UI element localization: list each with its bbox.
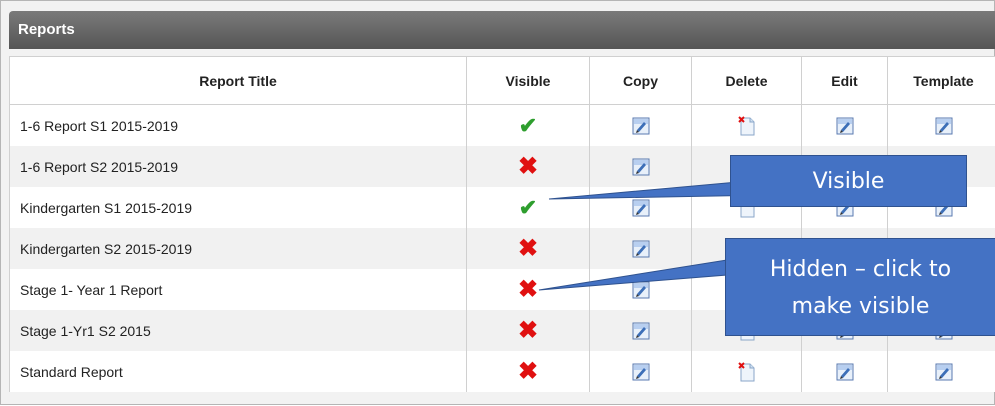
copy-cell (590, 228, 692, 269)
copy-cell (590, 351, 692, 392)
column-header-copy: Copy (590, 57, 692, 105)
template-icon[interactable] (935, 116, 953, 132)
copy-cell (590, 310, 692, 351)
visible-cell: ✖ (467, 146, 590, 187)
edit-icon[interactable] (836, 116, 854, 132)
edit-cell (802, 105, 888, 147)
report-title: 1-6 Report S1 2015-2019 (10, 105, 467, 147)
hidden-callout-line-2: make visible (726, 288, 995, 325)
copy-icon[interactable] (632, 239, 650, 255)
delete-icon[interactable] (738, 362, 756, 378)
copy-icon[interactable] (632, 362, 650, 378)
report-title: Stage 1- Year 1 Report (10, 269, 467, 310)
copy-cell (590, 269, 692, 310)
visible-callout: Visible (730, 155, 967, 207)
visible-cell: ✖ (467, 269, 590, 310)
copy-cell (590, 146, 692, 187)
delete-icon[interactable] (738, 116, 756, 132)
table-row: 1-6 Report S1 2015-2019 ✔ (10, 105, 995, 147)
copy-cell (590, 187, 692, 228)
template-cell (888, 351, 995, 392)
delete-cell (692, 351, 802, 392)
copy-icon[interactable] (632, 116, 650, 132)
cross-icon[interactable]: ✖ (518, 276, 538, 303)
column-header-visible: Visible (467, 57, 590, 105)
column-header-report-title: Report Title (10, 57, 467, 105)
report-title: Kindergarten S1 2015-2019 (10, 187, 467, 228)
delete-cell (692, 105, 802, 147)
copy-cell (590, 105, 692, 147)
report-title: Standard Report (10, 351, 467, 392)
visible-cell: ✖ (467, 351, 590, 392)
column-header-template: Template (888, 57, 995, 105)
hidden-callout-line-1: Hidden – click to (726, 251, 995, 288)
copy-icon[interactable] (632, 157, 650, 173)
cross-icon[interactable]: ✖ (518, 153, 538, 180)
cross-icon[interactable]: ✖ (518, 358, 538, 385)
template-icon[interactable] (935, 362, 953, 378)
visible-cell: ✔ (467, 187, 590, 228)
panel-title: Reports (9, 11, 995, 49)
hidden-callout: Hidden – click to make visible (725, 238, 995, 336)
reports-panel: Reports Report Title Visible Copy Delete… (0, 0, 995, 405)
reports-table: Report Title Visible Copy Delete Edit Te… (9, 56, 995, 392)
report-title: 1-6 Report S2 2015-2019 (10, 146, 467, 187)
column-header-delete: Delete (692, 57, 802, 105)
visible-callout-text: Visible (813, 169, 885, 194)
visible-cell: ✖ (467, 310, 590, 351)
table-row: Standard Report ✖ (10, 351, 995, 392)
edit-icon[interactable] (836, 362, 854, 378)
template-cell (888, 105, 995, 147)
table-header-row: Report Title Visible Copy Delete Edit Te… (10, 57, 995, 105)
edit-cell (802, 351, 888, 392)
copy-icon[interactable] (632, 280, 650, 296)
visible-cell: ✖ (467, 228, 590, 269)
cross-icon[interactable]: ✖ (518, 235, 538, 262)
column-header-edit: Edit (802, 57, 888, 105)
copy-icon[interactable] (632, 198, 650, 214)
report-title: Stage 1-Yr1 S2 2015 (10, 310, 467, 351)
copy-icon[interactable] (632, 321, 650, 337)
check-icon[interactable]: ✔ (519, 195, 537, 220)
visible-cell: ✔ (467, 105, 590, 147)
cross-icon[interactable]: ✖ (518, 317, 538, 344)
check-icon[interactable]: ✔ (519, 113, 537, 138)
report-title: Kindergarten S2 2015-2019 (10, 228, 467, 269)
